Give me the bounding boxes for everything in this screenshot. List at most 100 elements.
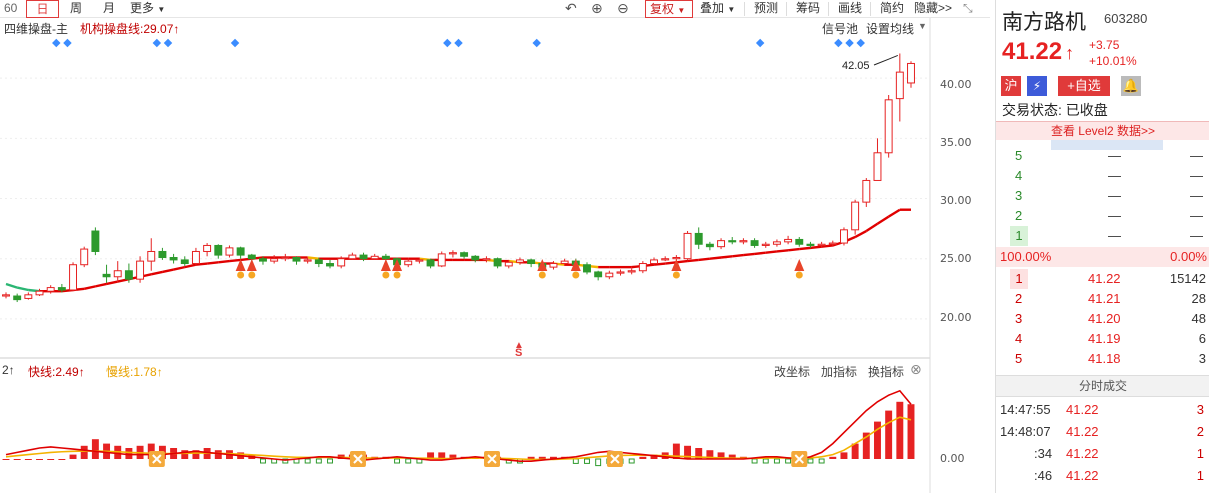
ask-price: — <box>1108 148 1121 163</box>
macd-bar <box>125 448 133 459</box>
candle-body <box>448 252 457 255</box>
flash-icon[interactable]: ⚡ <box>1027 76 1047 96</box>
candle-body <box>113 270 122 278</box>
ask-vol: — <box>1190 188 1203 203</box>
ticks-title: 分时成交 <box>996 375 1209 397</box>
candle-body <box>482 258 491 261</box>
candle-body <box>24 294 33 299</box>
macd-bar <box>91 439 99 459</box>
candle-body <box>158 250 167 258</box>
institution-line-segment <box>229 258 241 263</box>
ask-row: 5 — — <box>996 146 1209 166</box>
bid-row: 1 41.22 15142 <box>996 269 1209 289</box>
bell-icon[interactable]: 🔔 <box>1121 76 1141 96</box>
institution-line-segment <box>876 215 890 225</box>
candle-body <box>772 241 781 245</box>
candle-body <box>851 201 860 231</box>
close-icon[interactable]: ⊗ <box>910 361 922 378</box>
level2-link[interactable]: 查看 Level2 数据>> <box>996 121 1209 140</box>
candle-body <box>437 253 446 267</box>
candle-body <box>35 290 44 296</box>
candles <box>2 53 915 303</box>
macd-panel <box>2 389 915 467</box>
candle-body <box>415 259 424 262</box>
rocket-flame <box>393 271 401 279</box>
exchange-badge[interactable]: 沪 <box>1001 76 1021 96</box>
rocket-icon <box>246 259 257 271</box>
candle-body <box>91 230 100 252</box>
candle-body <box>839 229 848 244</box>
candle-body <box>404 260 413 266</box>
candle-body <box>694 232 703 245</box>
institution-line-segment <box>709 256 722 260</box>
rocket-flame <box>237 271 245 279</box>
change-coord-button[interactable]: 改坐标 <box>774 363 810 380</box>
signal-pool-button[interactable]: 信号池 <box>822 20 858 37</box>
ask-vol: — <box>1190 168 1203 183</box>
add-favorite-button[interactable]: +自选 <box>1058 76 1110 96</box>
candle-body <box>259 258 267 262</box>
candle-body <box>761 243 770 246</box>
tick-price: 41.22 <box>1066 446 1099 461</box>
institution-line-segment <box>184 263 197 269</box>
institution-line-segment <box>787 247 800 252</box>
change-amount: +3.75 <box>1089 38 1120 52</box>
caret-down-icon[interactable]: ▼ <box>918 21 927 31</box>
fast-line-label: 快线:2.49↑ <box>28 365 85 379</box>
candle-body <box>471 255 480 261</box>
bid-vol: 6 <box>1198 331 1206 346</box>
candle-body <box>326 263 334 267</box>
macd-bar <box>907 404 915 459</box>
institution-line-segment <box>732 253 744 258</box>
candle-body <box>359 254 368 260</box>
candle-body <box>594 271 603 278</box>
macd-bar <box>762 458 769 464</box>
candle-body <box>80 248 89 266</box>
rocket-flame <box>382 271 390 279</box>
candle-body <box>515 259 524 263</box>
institution-line-segment <box>206 261 219 265</box>
rocket-icon <box>794 259 805 271</box>
ratio-left: 100.00% <box>1000 249 1052 264</box>
candle-body <box>817 243 826 246</box>
candle-body <box>102 273 111 278</box>
set-ma-button[interactable]: 设置均线 <box>866 20 914 37</box>
tick-vol: 2 <box>1196 424 1204 439</box>
institution-line-segment <box>854 229 867 239</box>
swap-indicator-button[interactable]: 换指标 <box>868 363 904 380</box>
macd-bar <box>751 458 758 464</box>
institution-line-segment <box>698 257 711 262</box>
price-change: +3.75 +10.01% <box>1089 37 1137 69</box>
macd-bar <box>24 459 32 460</box>
ask-level: 5 <box>1015 148 1023 163</box>
macd-bar <box>304 458 311 464</box>
tick-row: :34 41.22 1 <box>996 444 1209 464</box>
institution-line-segment <box>83 285 96 290</box>
candle-body <box>795 238 804 245</box>
macd-bar <box>628 458 635 464</box>
trade-status: 交易状态: 已收盘 <box>1002 102 1108 118</box>
ask-price: — <box>1108 208 1121 223</box>
candle-body <box>57 287 66 291</box>
y-tick-zero: 0.00 <box>940 452 965 465</box>
candle-body <box>214 244 223 256</box>
ask-price: — <box>1108 228 1121 243</box>
institution-line-segment <box>218 259 230 264</box>
macd-bar <box>69 454 77 459</box>
candle-body <box>169 257 178 261</box>
rocket-flame <box>248 271 256 279</box>
bid-price: 41.18 <box>1088 351 1121 366</box>
tick-time: 14:47:55 <box>1000 402 1051 417</box>
kline-chart <box>0 18 931 493</box>
bid-level: 1 <box>1010 269 1028 289</box>
macd-bar <box>394 458 401 464</box>
ask-price: — <box>1108 188 1121 203</box>
candle-body <box>605 272 614 278</box>
price-value: 41.22 <box>1002 38 1063 65</box>
candle-body <box>370 255 379 260</box>
signal-diamond <box>834 38 843 48</box>
ask-level: 3 <box>1015 188 1023 203</box>
macd-bar <box>807 458 814 464</box>
macd-bar <box>885 410 893 459</box>
add-indicator-button[interactable]: 加指标 <box>821 363 857 380</box>
